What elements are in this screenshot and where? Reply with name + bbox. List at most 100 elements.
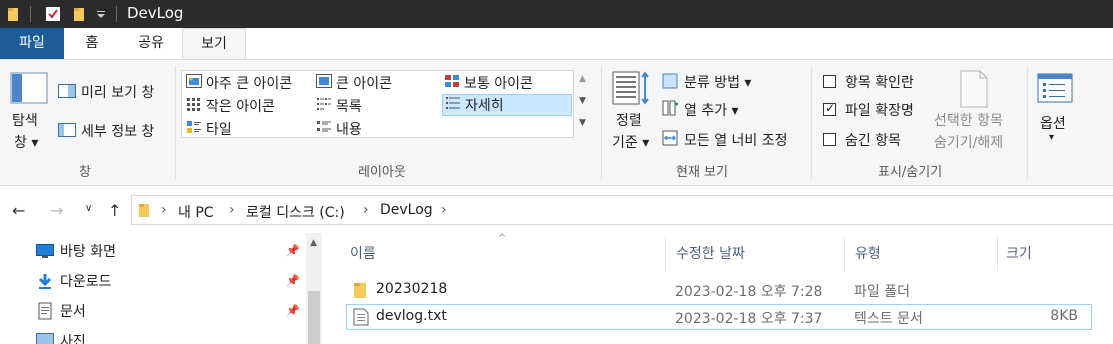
forward-arrow-icon[interactable]: →: [50, 201, 63, 220]
column-divider[interactable]: [997, 237, 998, 271]
size-columns-icon: [662, 130, 678, 150]
options-icon: [1037, 73, 1073, 107]
titlebar-separator: [116, 6, 117, 22]
address-bar[interactable]: › 내 PC › 로컬 디스크 (C:) › DevLog ›: [131, 195, 1113, 225]
tab-view[interactable]: 보기: [182, 28, 246, 60]
folder-icon: [138, 202, 150, 222]
extra-large-icons-icon: [186, 74, 202, 92]
nav-item-desktop-label: 바탕 화면: [60, 244, 116, 260]
navigation-pane-dropdown: 창 ▾: [14, 135, 39, 151]
breadcrumb-devlog[interactable]: DevLog: [380, 202, 433, 218]
hide-selected-label: 선택한 항목: [934, 113, 1003, 129]
file-name-extensions-checkbox[interactable]: [823, 101, 836, 116]
gallery-expand-icon[interactable]: ▼: [579, 118, 586, 128]
properties-icon[interactable]: [44, 4, 62, 24]
customize-toolbar-icon[interactable]: [94, 4, 108, 24]
preview-pane-label: 미리 보기 창: [81, 85, 155, 101]
breadcrumb-chevron-icon[interactable]: ›: [441, 202, 447, 218]
layout-large-icons[interactable]: 큰 아이콘: [316, 72, 392, 94]
window-title: DevLog: [127, 4, 184, 22]
scroll-down-icon[interactable]: ▼: [579, 96, 586, 106]
layout-tiles[interactable]: 타일: [186, 118, 232, 140]
download-arrow-icon: [36, 273, 54, 289]
file-list: ^ 이름 수정한 날짜 유형 크기 20230218 2023-02-18 오후…: [334, 233, 1113, 344]
navigation-pane: 바탕 화면 📌 다운로드 📌 문서 📌 사진 ▲: [0, 233, 327, 344]
layout-list[interactable]: 목록: [316, 95, 362, 117]
layout-small-icons[interactable]: 작은 아이콘: [186, 95, 275, 117]
group-label-panes: 창: [79, 165, 91, 180]
layout-medium-icons[interactable]: 보통 아이콘: [444, 72, 533, 94]
layout-content[interactable]: 내용: [316, 118, 362, 140]
column-header-size[interactable]: 크기: [1006, 243, 1032, 263]
nav-item-documents-label: 문서: [60, 304, 86, 320]
nav-item-documents[interactable]: 문서: [36, 299, 86, 323]
pin-icon[interactable]: 📌: [286, 304, 300, 317]
layout-details[interactable]: 자세히: [442, 94, 572, 116]
nav-item-downloads-label: 다운로드: [60, 274, 112, 290]
layout-small-icons-label: 작은 아이콘: [206, 99, 275, 115]
scroll-up-icon[interactable]: ▲: [310, 238, 317, 248]
navigation-pane-scrollbar[interactable]: ▲: [306, 233, 322, 344]
layout-extra-large-icons-label: 아주 큰 아이콘: [206, 76, 293, 92]
layout-gallery-scroll[interactable]: ▲ ▼ ▼: [576, 70, 591, 138]
item-check-boxes-label: 항목 확인란: [845, 75, 914, 91]
breadcrumb-this-pc[interactable]: 내 PC: [178, 202, 214, 222]
layout-extra-large-icons[interactable]: 아주 큰 아이콘: [186, 72, 292, 94]
file-date-modified: 2023-02-18 오후 7:37: [675, 311, 823, 327]
small-icons-icon: [186, 97, 202, 115]
column-divider[interactable]: [844, 237, 845, 271]
hidden-items-checkbox[interactable]: [823, 133, 836, 146]
file-row-selected[interactable]: devlog.txt 2023-02-18 오후 7:37 텍스트 문서 8KB: [346, 304, 1092, 330]
breadcrumb-chevron-icon[interactable]: ›: [229, 202, 235, 218]
file-row[interactable]: 20230218 2023-02-18 오후 7:28 파일 폴더: [346, 277, 1092, 303]
group-by-icon: [662, 73, 678, 93]
layout-gallery: 아주 큰 아이콘 큰 아이콘 보통 아이콘 작은 아이콘 목록 자세히 타일 내…: [181, 70, 574, 138]
hide-selected-icon: [958, 70, 990, 112]
tab-home[interactable]: 홈: [70, 28, 114, 59]
group-separator: [811, 66, 812, 180]
column-header-date-modified[interactable]: 수정한 날짜: [676, 243, 745, 263]
nav-item-pictures[interactable]: 사진: [36, 329, 86, 344]
group-label-current-view: 현재 보기: [676, 165, 728, 180]
breadcrumb-chevron-icon[interactable]: ›: [363, 202, 369, 218]
column-divider[interactable]: [665, 237, 666, 271]
layout-tiles-label: 타일: [206, 122, 232, 138]
up-arrow-icon[interactable]: ↑: [108, 201, 121, 220]
file-name: devlog.txt: [376, 308, 447, 324]
sort-by-label: 정렬: [616, 113, 642, 129]
new-folder-icon[interactable]: [72, 4, 86, 24]
ribbon-tabs: 파일 홈 공유 보기: [0, 28, 1113, 60]
breadcrumb-chevron-icon[interactable]: ›: [161, 202, 167, 218]
scroll-up-icon[interactable]: ▲: [579, 74, 586, 84]
list-icon: [316, 97, 332, 115]
options-dropdown: ▾: [1049, 132, 1055, 143]
options-label: 옵션: [1040, 116, 1066, 132]
tab-file[interactable]: 파일: [0, 28, 64, 59]
file-type: 텍스트 문서: [854, 311, 923, 327]
pictures-icon: [36, 333, 54, 344]
tab-share[interactable]: 공유: [124, 28, 178, 59]
nav-item-desktop[interactable]: 바탕 화면: [36, 239, 116, 263]
folder-icon[interactable]: [6, 4, 20, 24]
pin-icon[interactable]: 📌: [286, 274, 300, 287]
file-name: 20230218: [376, 281, 448, 297]
breadcrumb-local-disk[interactable]: 로컬 디스크 (C:): [246, 202, 345, 222]
back-arrow-icon[interactable]: ←: [12, 201, 25, 220]
item-check-boxes-checkbox[interactable]: [823, 75, 836, 88]
sort-by-icon: [612, 70, 652, 110]
text-file-icon: [353, 308, 369, 330]
title-bar: DevLog: [0, 0, 1113, 28]
group-label-show-hide: 표시/숨기기: [878, 165, 943, 180]
nav-item-downloads[interactable]: 다운로드: [36, 269, 112, 293]
column-header-name[interactable]: 이름: [350, 243, 376, 263]
group-separator: [1027, 66, 1028, 180]
layout-details-label: 자세히: [465, 98, 504, 114]
recent-locations-chevron-icon[interactable]: ∨: [85, 203, 92, 214]
add-columns-label: 열 추가 ▾: [684, 103, 739, 119]
documents-icon: [36, 302, 54, 320]
layout-large-icons-label: 큰 아이콘: [336, 76, 392, 92]
scrollbar-thumb[interactable]: [308, 291, 320, 344]
add-columns-icon: [662, 100, 678, 120]
pin-icon[interactable]: 📌: [286, 244, 300, 257]
column-header-type[interactable]: 유형: [855, 243, 881, 263]
